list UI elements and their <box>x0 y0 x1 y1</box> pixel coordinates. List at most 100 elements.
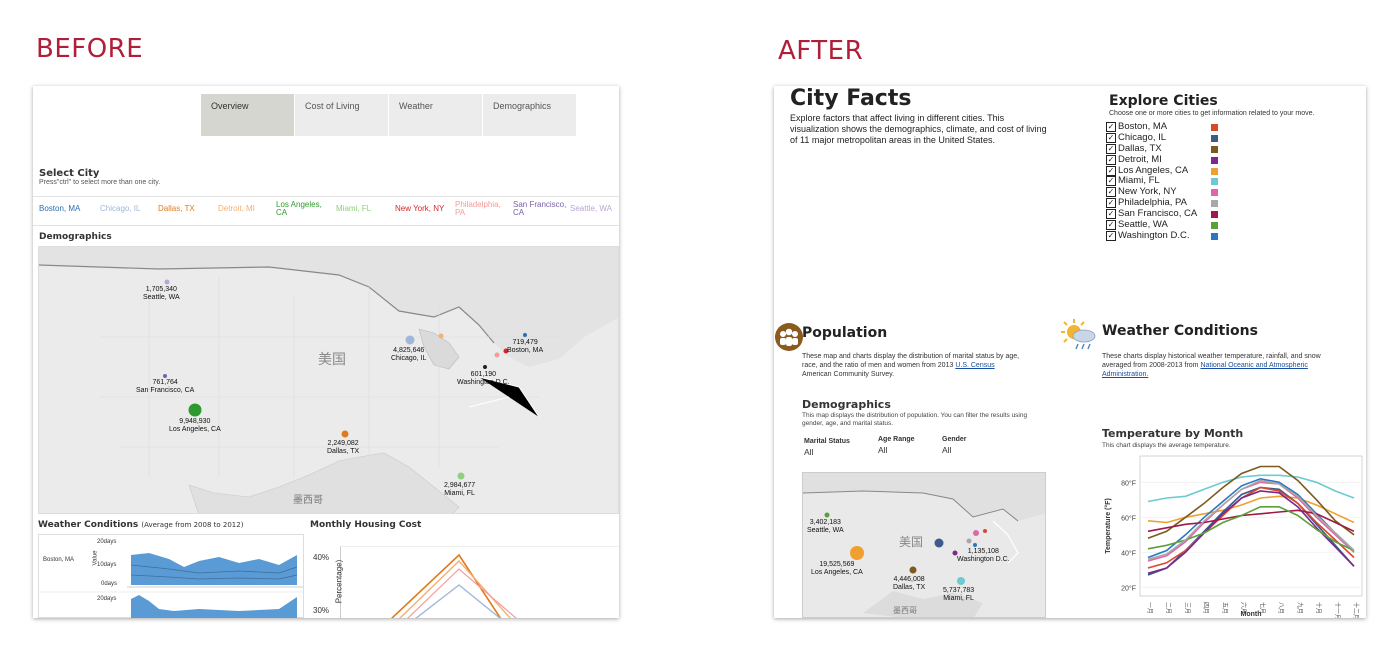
demographics-description: This map displays the distribution of po… <box>802 412 1028 427</box>
x-axis-label: Month <box>1241 611 1262 618</box>
map-label-los-angeles: 9,948,930 Los Angeles, CA <box>169 418 221 433</box>
page-title: City Facts <box>790 86 912 111</box>
map-point-washington[interactable] <box>483 365 487 369</box>
city-checkbox-label: Boston, MA <box>1118 121 1168 132</box>
y-tick-label: 20°F <box>1121 584 1136 592</box>
weather-area-chart[interactable]: Boston, MA Value 20days 10days 0days 20d… <box>38 534 305 618</box>
tab-overview[interactable]: Overview <box>201 94 295 136</box>
x-tick-label: 四月 <box>1202 602 1209 614</box>
tab-bar: Overview Cost of Living Weather Demograp… <box>201 94 577 136</box>
city-color-swatch <box>1211 232 1218 240</box>
explore-cities-hint: Choose one or more cities to get informa… <box>1109 110 1315 117</box>
x-tick-label: 十月 <box>1315 602 1323 614</box>
after-dashboard: City Facts Explore factors that affect l… <box>774 86 1366 618</box>
map-label-washington: 1,135,108 Washington D.C. <box>957 548 1010 563</box>
city-filter-new-york[interactable]: New York, NY <box>395 205 444 213</box>
tab-cost-of-living[interactable]: Cost of Living <box>295 94 389 136</box>
city-filter-row: Boston, MA Chicago, IL Dallas, TX Detroi… <box>33 196 619 226</box>
map-point-seattle[interactable] <box>824 512 830 518</box>
map-point-chicago[interactable] <box>934 538 944 548</box>
map-label-washington: 601,190 Washington D.C. <box>457 371 510 386</box>
city-filter-seattle[interactable]: Seattle, WA <box>570 205 612 213</box>
city-filter-san-francisco[interactable]: San Francisco, CA <box>513 201 567 217</box>
temperature-chart[interactable]: 20°F 40°F 60°F 80°F Temperature (°F) 一月 二月 三月 四月… <box>1102 452 1366 618</box>
map-neighbor-label: 墨西哥 <box>293 495 323 506</box>
housing-cost-title: Monthly Housing Cost <box>310 520 422 530</box>
city-checkbox-label: New York, NY <box>1118 186 1177 198</box>
city-checkbox-row[interactable]: ✓ Washington D.C. <box>1106 229 1221 242</box>
checkbox-checked-icon[interactable]: ✓ <box>1106 132 1116 143</box>
map-point-dallas[interactable] <box>341 430 349 438</box>
x-tick-label: 二月 <box>1165 602 1172 614</box>
city-filter-dallas[interactable]: Dallas, TX <box>158 205 195 213</box>
map-label-miami: 2,984,677 Miami, FL <box>444 482 476 497</box>
map-label-dallas: 2,249,082 Dallas, TX <box>327 440 360 455</box>
map-country-label: 美国 <box>899 535 924 549</box>
city-checkbox-label: Chicago, IL <box>1118 131 1167 143</box>
city-checkbox-label: Detroit, MI <box>1118 153 1162 165</box>
map-point-boston[interactable] <box>523 333 527 337</box>
map-point-detroit[interactable] <box>438 333 444 339</box>
map-label-boston: 719,479 Boston, MA <box>507 339 544 354</box>
map-point-los-angeles[interactable] <box>188 403 202 417</box>
population-title: Population <box>802 325 888 341</box>
city-color-swatch <box>1211 167 1218 175</box>
weather-icon <box>1061 319 1096 350</box>
city-checkbox-label: Washington D.C. <box>1118 229 1190 241</box>
map-point-los-angeles[interactable] <box>850 546 864 560</box>
checkbox-checked-icon[interactable]: ✓ <box>1106 198 1116 209</box>
checkbox-checked-icon[interactable]: ✓ <box>1106 187 1116 198</box>
checkbox-checked-icon[interactable]: ✓ <box>1106 154 1116 165</box>
temperature-line-chart: 20°F 40°F 60°F 80°F Temperature (°F) 一月 二月 三月 四月… <box>1104 455 1363 618</box>
city-filter-boston[interactable]: Boston, MA <box>39 205 80 213</box>
after-label: AFTER <box>778 36 864 66</box>
demographics-map[interactable]: 美国 墨西哥 1,705,340 Seattle, WA 761,764 San F… <box>38 246 619 514</box>
map-point-san-francisco[interactable] <box>163 374 167 378</box>
census-link[interactable]: U.S. Census <box>955 362 994 369</box>
checkbox-checked-icon[interactable]: ✓ <box>1106 176 1116 187</box>
map-label-chicago: 4,825,646 Chicago, IL <box>391 347 427 362</box>
city-color-swatch <box>1211 145 1218 153</box>
city-filter-chicago[interactable]: Chicago, IL <box>100 205 140 213</box>
filter-marital-status[interactable]: Marital Status All <box>804 438 850 457</box>
y-tick-label: 40°F <box>1121 549 1136 557</box>
map-background <box>803 473 1045 617</box>
housing-line-chart[interactable]: Percentage) 40% 30% <box>313 546 619 618</box>
map-background <box>39 247 618 513</box>
x-tick-label: 十二月 <box>1352 602 1360 618</box>
map-point-new-york[interactable] <box>973 530 979 536</box>
map-point-chicago[interactable] <box>405 335 415 345</box>
filter-gender[interactable]: Gender All <box>942 436 967 455</box>
map-point-philadelphia[interactable] <box>494 352 500 358</box>
tab-weather[interactable]: Weather <box>389 94 483 136</box>
checkbox-checked-icon[interactable]: ✓ <box>1106 230 1116 241</box>
city-filter-miami[interactable]: Miami, FL <box>336 205 371 213</box>
filter-age-range[interactable]: Age Range All <box>878 436 915 455</box>
tab-demographics[interactable]: Demographics <box>483 94 577 136</box>
city-checkbox-label: Seattle, WA <box>1118 219 1168 231</box>
housing-tick: 30% <box>313 606 330 615</box>
city-filter-los-angeles[interactable]: Los Angeles, CA <box>276 201 326 217</box>
housing-tick: 40% <box>313 553 330 562</box>
before-dashboard: Overview Cost of Living Weather Demograp… <box>33 86 619 618</box>
map-point-miami[interactable] <box>957 577 965 585</box>
city-filter-detroit[interactable]: Detroit, MI <box>218 205 255 213</box>
city-color-swatch <box>1211 134 1218 142</box>
checkbox-checked-icon[interactable]: ✓ <box>1106 143 1116 154</box>
city-filter-philadelphia[interactable]: Philadelphia, PA <box>455 201 503 217</box>
map-point-philadelphia[interactable] <box>966 538 972 544</box>
map-point-miami[interactable] <box>457 472 465 480</box>
map-point-dallas[interactable] <box>909 566 917 574</box>
checkbox-checked-icon[interactable]: ✓ <box>1106 122 1116 132</box>
map-point-seattle[interactable] <box>164 279 170 285</box>
checkbox-checked-icon[interactable]: ✓ <box>1106 165 1116 176</box>
temperature-subtitle: This chart displays the average temperat… <box>1102 442 1231 449</box>
population-map[interactable]: 美国 墨西哥 3,402,183 Seattle, WA 19,525,569 Lo… <box>802 472 1046 618</box>
map-point-boston[interactable] <box>983 529 987 533</box>
checkbox-checked-icon[interactable]: ✓ <box>1106 209 1116 220</box>
checkbox-checked-icon[interactable]: ✓ <box>1106 220 1116 231</box>
map-point-washington[interactable] <box>973 543 977 547</box>
city-checkbox-list: ✓ Boston, MA ✓ Chicago, IL ✓ Dallas, TX ✓ Detro… <box>1106 121 1221 242</box>
select-city-title: Select City <box>39 168 100 179</box>
weather-conditions-title: Weather Conditions <box>1102 323 1258 339</box>
